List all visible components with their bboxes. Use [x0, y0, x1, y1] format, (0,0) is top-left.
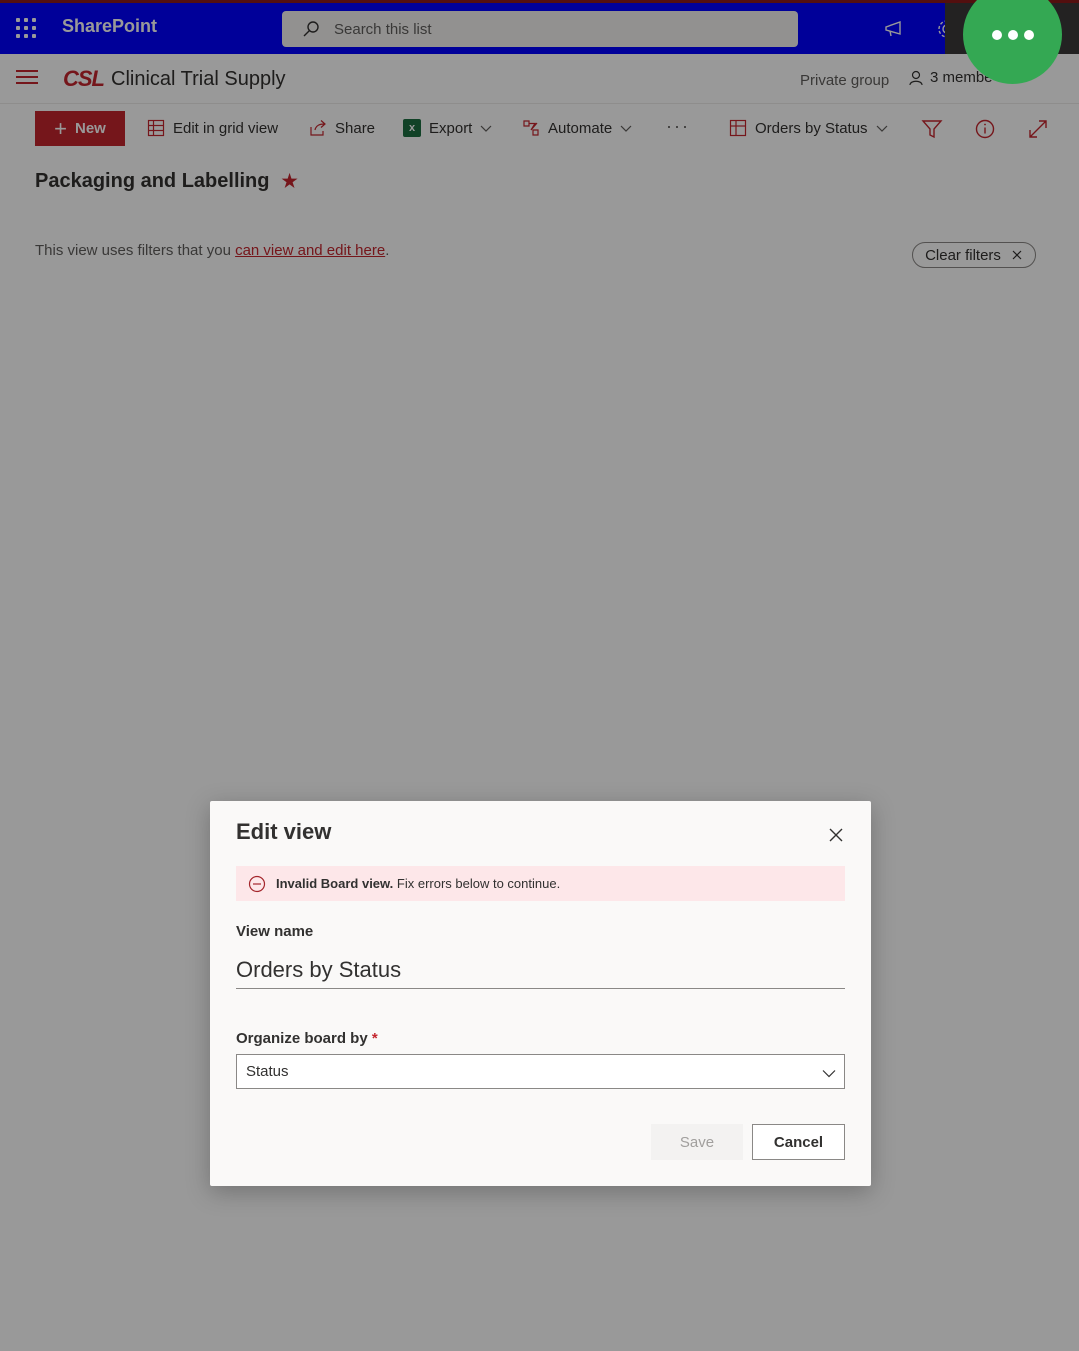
save-button[interactable]: Save	[651, 1124, 743, 1160]
organize-selected-value: Status	[246, 1063, 289, 1080]
organize-label-text: Organize board by	[236, 1030, 368, 1047]
view-name-input[interactable]	[236, 951, 845, 989]
dot-icon	[1007, 29, 1018, 40]
error-text: Invalid Board view. Fix errors below to …	[276, 876, 560, 891]
error-title: Invalid Board view.	[276, 876, 394, 891]
dot-icon	[991, 29, 1002, 40]
organize-label: Organize board by *	[236, 1030, 378, 1047]
error-icon	[248, 875, 266, 892]
dialog-title: Edit view	[236, 819, 332, 844]
view-name-label: View name	[236, 923, 314, 940]
error-message-bar: Invalid Board view. Fix errors below to …	[236, 866, 845, 901]
close-icon[interactable]	[826, 825, 846, 845]
edit-view-dialog: Edit view Invalid Board view. Fix errors…	[210, 801, 871, 1186]
chevron-down-icon	[822, 1070, 836, 1078]
organize-dropdown[interactable]: Status	[236, 1054, 845, 1089]
dot-icon	[1023, 29, 1034, 40]
required-marker: *	[371, 1030, 378, 1047]
error-detail: Fix errors below to continue.	[393, 876, 561, 891]
cancel-button[interactable]: Cancel	[752, 1124, 845, 1160]
